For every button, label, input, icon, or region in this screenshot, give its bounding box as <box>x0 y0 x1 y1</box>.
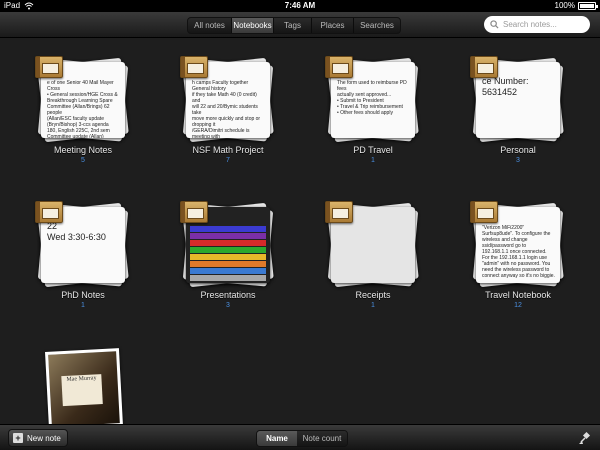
sync-satellite-icon[interactable] <box>578 431 592 445</box>
notebook-stack <box>323 201 423 288</box>
notebook-stack: e of one Senior 40 Mail Mayer Cross • Ge… <box>33 56 133 143</box>
notebook-item[interactable]: Receipts 1 <box>318 201 428 309</box>
notebook-count: 5 <box>81 157 85 164</box>
view-tabs: All notes Notebooks Tags Places Searches <box>187 17 401 34</box>
notebook-title: Presentations <box>200 290 256 300</box>
status-time: 7:46 AM <box>284 1 316 10</box>
notebook-icon <box>325 201 353 223</box>
notebook-icon <box>35 56 63 78</box>
notebook-count: 1 <box>371 302 375 309</box>
notebook-icon <box>470 56 498 78</box>
notebook-stack: ce Number: 5631452 <box>468 56 568 143</box>
notebook-item[interactable]: 22 Wed 3:30-6:30 PhD Notes 1 <box>28 201 138 309</box>
notebook-item[interactable]: h camps Faculty together General history… <box>173 56 283 164</box>
notebook-stack: 22 Wed 3:30-6:30 <box>33 201 133 288</box>
notebook-item[interactable]: The form used to reimburse PD fees actua… <box>318 56 428 164</box>
tab-all-notes[interactable]: All notes <box>188 18 232 33</box>
new-note-label: New note <box>27 433 61 443</box>
notebook-item[interactable]: Presentations 3 <box>173 201 283 309</box>
sort-note-count[interactable]: Note count <box>297 431 347 446</box>
tab-tags[interactable]: Tags <box>274 18 312 33</box>
notebook-count: 1 <box>371 157 375 164</box>
search-icon <box>490 20 499 29</box>
notebook-count: 3 <box>226 302 230 309</box>
notebook-icon <box>35 201 63 223</box>
notebook-stack: Mae Murray <box>33 346 133 431</box>
new-note-button[interactable]: + New note <box>8 429 68 447</box>
notebook-count: 3 <box>516 157 520 164</box>
search-field[interactable] <box>484 16 590 33</box>
notebook-count: 7 <box>226 157 230 164</box>
notebook-title: NSF Math Project <box>192 145 264 155</box>
notebook-stack: h camps Faculty together General history… <box>178 56 278 143</box>
status-bar: iPad 7:46 AM 100% <box>0 0 600 12</box>
notebook-stack: The form used to reimburse PD fees actua… <box>323 56 423 143</box>
search-input[interactable] <box>503 20 589 29</box>
notebook-title: Personal <box>500 145 536 155</box>
tab-searches[interactable]: Searches <box>354 18 400 33</box>
notebook-title: PhD Notes <box>61 290 105 300</box>
sort-name[interactable]: Name <box>257 431 297 446</box>
notebook-item[interactable]: Mae Murray <box>28 346 138 431</box>
bottom-toolbar: + New note Name Note count <box>0 424 600 450</box>
notebook-item[interactable]: ce Number: 5631452 Personal 3 <box>463 56 573 164</box>
notebook-grid: e of one Senior 40 Mail Mayer Cross • Ge… <box>0 38 600 430</box>
top-toolbar: All notes Notebooks Tags Places Searches <box>0 12 600 38</box>
notebook-count: 12 <box>514 302 522 309</box>
notebook-count: 1 <box>81 302 85 309</box>
battery-percent: 100% <box>554 1 575 10</box>
wine-bottle-photo: Mae Murray <box>45 348 123 430</box>
tab-notebooks[interactable]: Notebooks <box>232 18 274 33</box>
plus-icon: + <box>13 433 23 443</box>
notebook-item[interactable]: "Verizon MiFi2200" Surfsup8ude". To conf… <box>463 201 573 309</box>
notebook-title: PD Travel <box>353 145 393 155</box>
notebook-icon <box>180 201 208 223</box>
notebook-stack <box>178 201 278 288</box>
photo-label-text: Mae Murray <box>61 374 103 407</box>
notebook-icon <box>325 56 353 78</box>
notebook-icon <box>180 56 208 78</box>
sort-tabs: Name Note count <box>256 430 348 447</box>
notebook-stack: "Verizon MiFi2200" Surfsup8ude". To conf… <box>468 201 568 288</box>
notebook-title: Receipts <box>355 290 391 300</box>
tab-places[interactable]: Places <box>312 18 354 33</box>
notebook-icon <box>470 201 498 223</box>
notebook-item[interactable]: e of one Senior 40 Mail Mayer Cross • Ge… <box>28 56 138 164</box>
battery-icon <box>578 2 598 10</box>
notebook-title: Meeting Notes <box>53 145 113 155</box>
notebook-title: Travel Notebook <box>485 290 551 300</box>
